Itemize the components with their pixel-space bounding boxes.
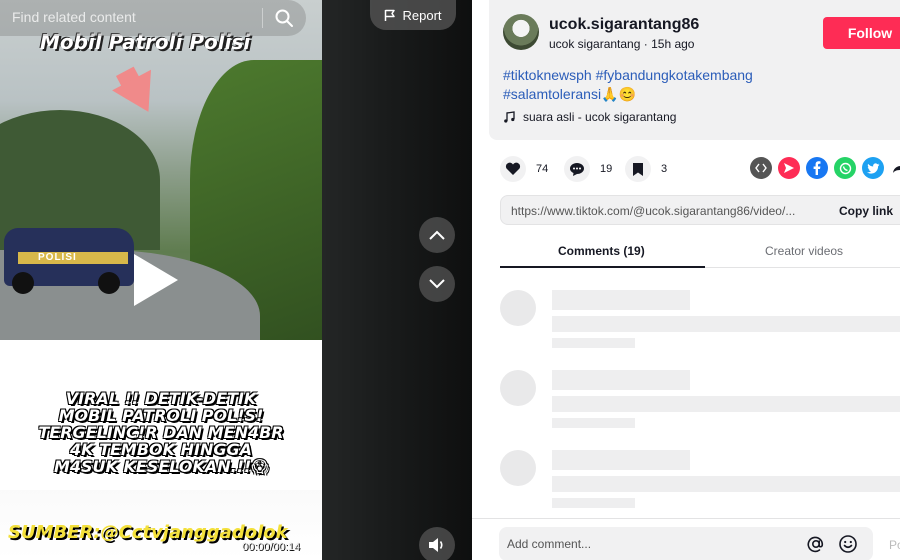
send-icon[interactable] <box>778 157 800 179</box>
skeleton-line <box>552 498 635 508</box>
video-caption-line: TERGELINC!R DAN MEN4BR <box>38 423 284 442</box>
copy-link-button[interactable]: Copy link <box>839 204 893 218</box>
car-wheel <box>98 272 120 294</box>
skeleton-line <box>552 290 690 310</box>
post-button[interactable]: Po <box>889 538 900 552</box>
embed-icon[interactable] <box>750 157 772 179</box>
heart-icon <box>505 162 521 175</box>
like-action[interactable]: 74 <box>500 156 548 182</box>
video-frame[interactable]: POLISI Mobil Patroli Polisi VIRAL !! DET… <box>0 0 322 560</box>
bookmark-icon <box>633 162 643 176</box>
emoji-icon[interactable] <box>838 534 858 554</box>
skeleton-avatar <box>500 370 536 406</box>
comment-button[interactable] <box>564 156 590 182</box>
facebook-icon[interactable] <box>806 157 828 179</box>
comment-action[interactable]: 19 <box>564 156 612 182</box>
comment-count: 19 <box>600 163 613 175</box>
save-count: 3 <box>661 163 668 175</box>
music-note-icon <box>504 111 515 123</box>
avatar[interactable] <box>503 14 539 50</box>
skeleton-line <box>552 338 635 348</box>
like-count: 74 <box>536 163 549 175</box>
comment-bar: Add comment... Po <box>472 518 900 560</box>
hashtag-link[interactable]: #tiktoknewsph <box>503 67 592 83</box>
report-button[interactable]: Report <box>370 0 456 30</box>
comment-input[interactable]: Add comment... <box>499 527 873 560</box>
search-icon[interactable] <box>274 8 294 28</box>
video-caption-line: M4SUK KESELOKAN.!!😱 <box>53 457 269 476</box>
video-description: #tiktoknewsph #fybandungkotakembang #sal… <box>503 66 803 104</box>
whatsapp-icon[interactable] <box>834 157 856 179</box>
author-display-name: ucok sigarantang <box>549 37 641 51</box>
chevron-up-icon <box>429 230 445 240</box>
police-car-label: POLISI <box>38 252 77 263</box>
search-input[interactable]: Find related content <box>12 9 136 25</box>
skeleton-line <box>552 370 690 390</box>
skeleton-line <box>552 476 900 492</box>
share-link-url[interactable]: https://www.tiktok.com/@ucok.sigarantang… <box>511 204 795 218</box>
skeleton-avatar <box>500 450 536 486</box>
report-label: Report <box>402 7 442 23</box>
chevron-down-icon <box>429 279 445 289</box>
volume-button[interactable] <box>419 527 455 560</box>
search-bar[interactable]: Find related content <box>0 0 306 36</box>
share-arrow-icon[interactable] <box>888 157 900 179</box>
volume-icon <box>429 538 443 552</box>
twitter-icon[interactable] <box>862 157 884 179</box>
video-caption-line: 4K TEMBOK HINGGA <box>69 440 252 459</box>
follow-button[interactable]: Follow <box>823 17 900 49</box>
author-subline: ucok sigarantang · 15h ago <box>549 37 694 51</box>
tab-comments[interactable]: Comments (19) <box>558 244 645 258</box>
skeleton-line <box>552 450 690 470</box>
skeleton-line <box>552 316 900 332</box>
music-link[interactable]: suara asli - ucok sigarantang <box>503 110 676 124</box>
save-action[interactable]: 3 <box>625 156 667 182</box>
video-caption-line: VIRAL !! DETIK-DETIK <box>65 389 257 408</box>
share-link-box: https://www.tiktok.com/@ucok.sigarantang… <box>500 195 900 225</box>
video-source-credit: SUMBER:@Cctvjanggadolok <box>8 522 288 543</box>
search-divider <box>262 8 263 28</box>
post-time: 15h ago <box>651 37 695 51</box>
mention-icon[interactable] <box>806 534 826 554</box>
next-video-button[interactable] <box>419 266 455 302</box>
author-card: ucok.sigarantang86 ucok sigarantang · 15… <box>489 0 900 140</box>
video-time: 00:00/00:14 <box>242 541 301 553</box>
music-title: suara asli - ucok sigarantang <box>523 110 677 124</box>
info-panel: ucok.sigarantang86 ucok sigarantang · 15… <box>472 0 900 560</box>
previous-video-button[interactable] <box>419 217 455 253</box>
save-button[interactable] <box>625 156 651 182</box>
car-wheel <box>12 272 34 294</box>
active-tab-indicator <box>500 266 705 268</box>
flag-icon <box>385 9 396 21</box>
tab-bar: Comments (19) Creator videos <box>500 236 900 268</box>
skeleton-line <box>552 396 900 412</box>
video-caption-line: MOBIL PATROLI POL!S! <box>58 406 264 425</box>
separator-dot: · <box>643 37 652 51</box>
author-username[interactable]: ucok.sigarantang86 <box>549 16 699 34</box>
comment-bubble-icon <box>570 162 584 176</box>
play-icon[interactable] <box>134 254 178 306</box>
skeleton-avatar <box>500 290 536 326</box>
comment-placeholder: Add comment... <box>507 537 592 551</box>
like-button[interactable] <box>500 156 526 182</box>
hashtag-link[interactable]: #salamtoleransi🙏😊 <box>503 86 636 102</box>
hashtag-link[interactable]: #fybandungkotakembang <box>596 67 753 83</box>
skeleton-line <box>552 418 635 428</box>
tab-creator-videos[interactable]: Creator videos <box>765 244 843 258</box>
video-player[interactable]: POLISI Mobil Patroli Polisi VIRAL !! DET… <box>0 0 472 560</box>
